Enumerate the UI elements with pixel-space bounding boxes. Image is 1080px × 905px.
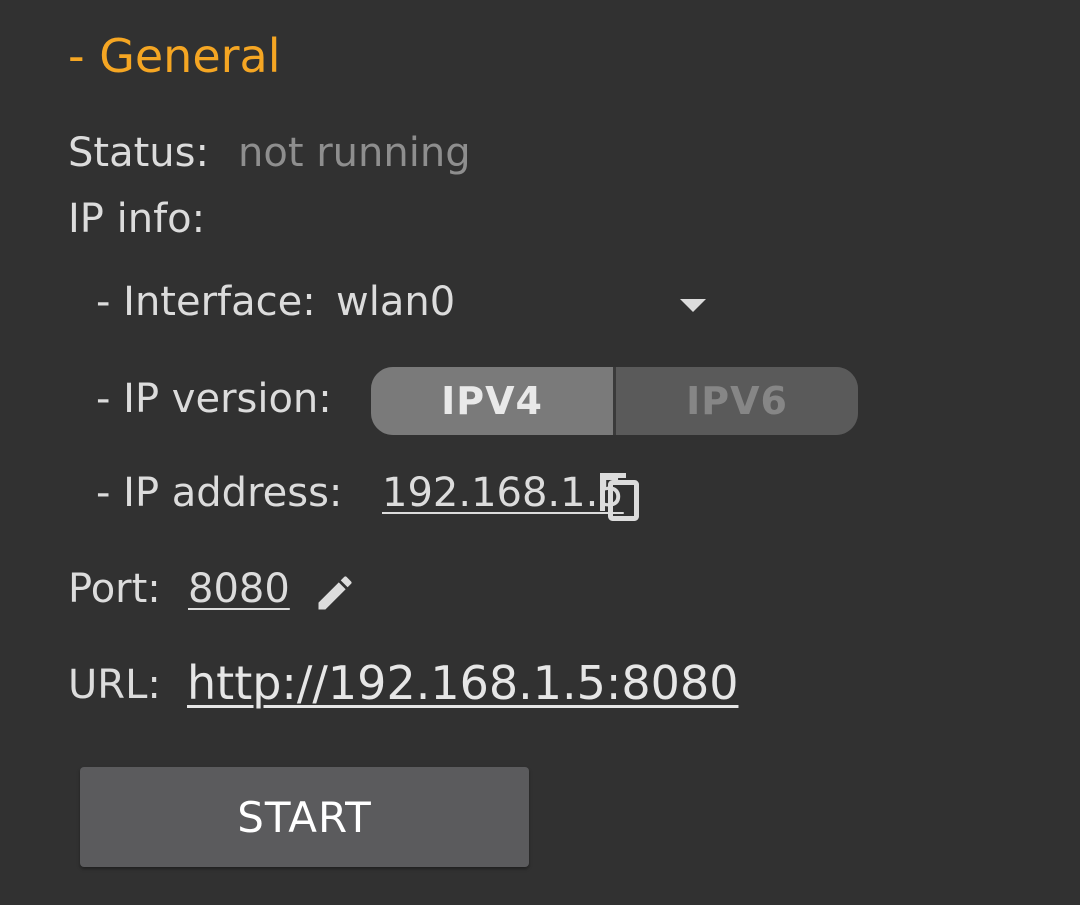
ip-address-label: - IP address: — [96, 470, 343, 516]
port-label: Port: — [68, 566, 161, 612]
start-button[interactable]: START — [80, 767, 529, 867]
ipv4-option[interactable]: IPV4 — [371, 367, 616, 435]
edit-pencil-icon[interactable] — [313, 571, 357, 615]
port-value[interactable]: 8080 — [188, 564, 290, 614]
ip-address-value[interactable]: 192.168.1.5 — [382, 468, 624, 518]
interface-label: - Interface: — [96, 279, 316, 325]
dropdown-arrow-icon[interactable] — [680, 299, 706, 312]
url-link[interactable]: http://192.168.1.5:8080 — [187, 655, 738, 711]
ip-version-label: - IP version: — [96, 376, 332, 422]
url-label: URL: — [68, 662, 161, 708]
interface-select-value[interactable]: wlan0 — [336, 277, 455, 327]
ipv6-option[interactable]: IPV6 — [616, 367, 858, 435]
section-title-general: - General — [68, 29, 281, 83]
ip-version-toggle[interactable]: IPV4 IPV6 — [371, 367, 858, 435]
ip-info-label: IP info: — [68, 196, 206, 242]
copy-icon[interactable] — [596, 469, 642, 523]
status-label: Status: — [68, 130, 209, 176]
status-value: not running — [238, 130, 471, 176]
